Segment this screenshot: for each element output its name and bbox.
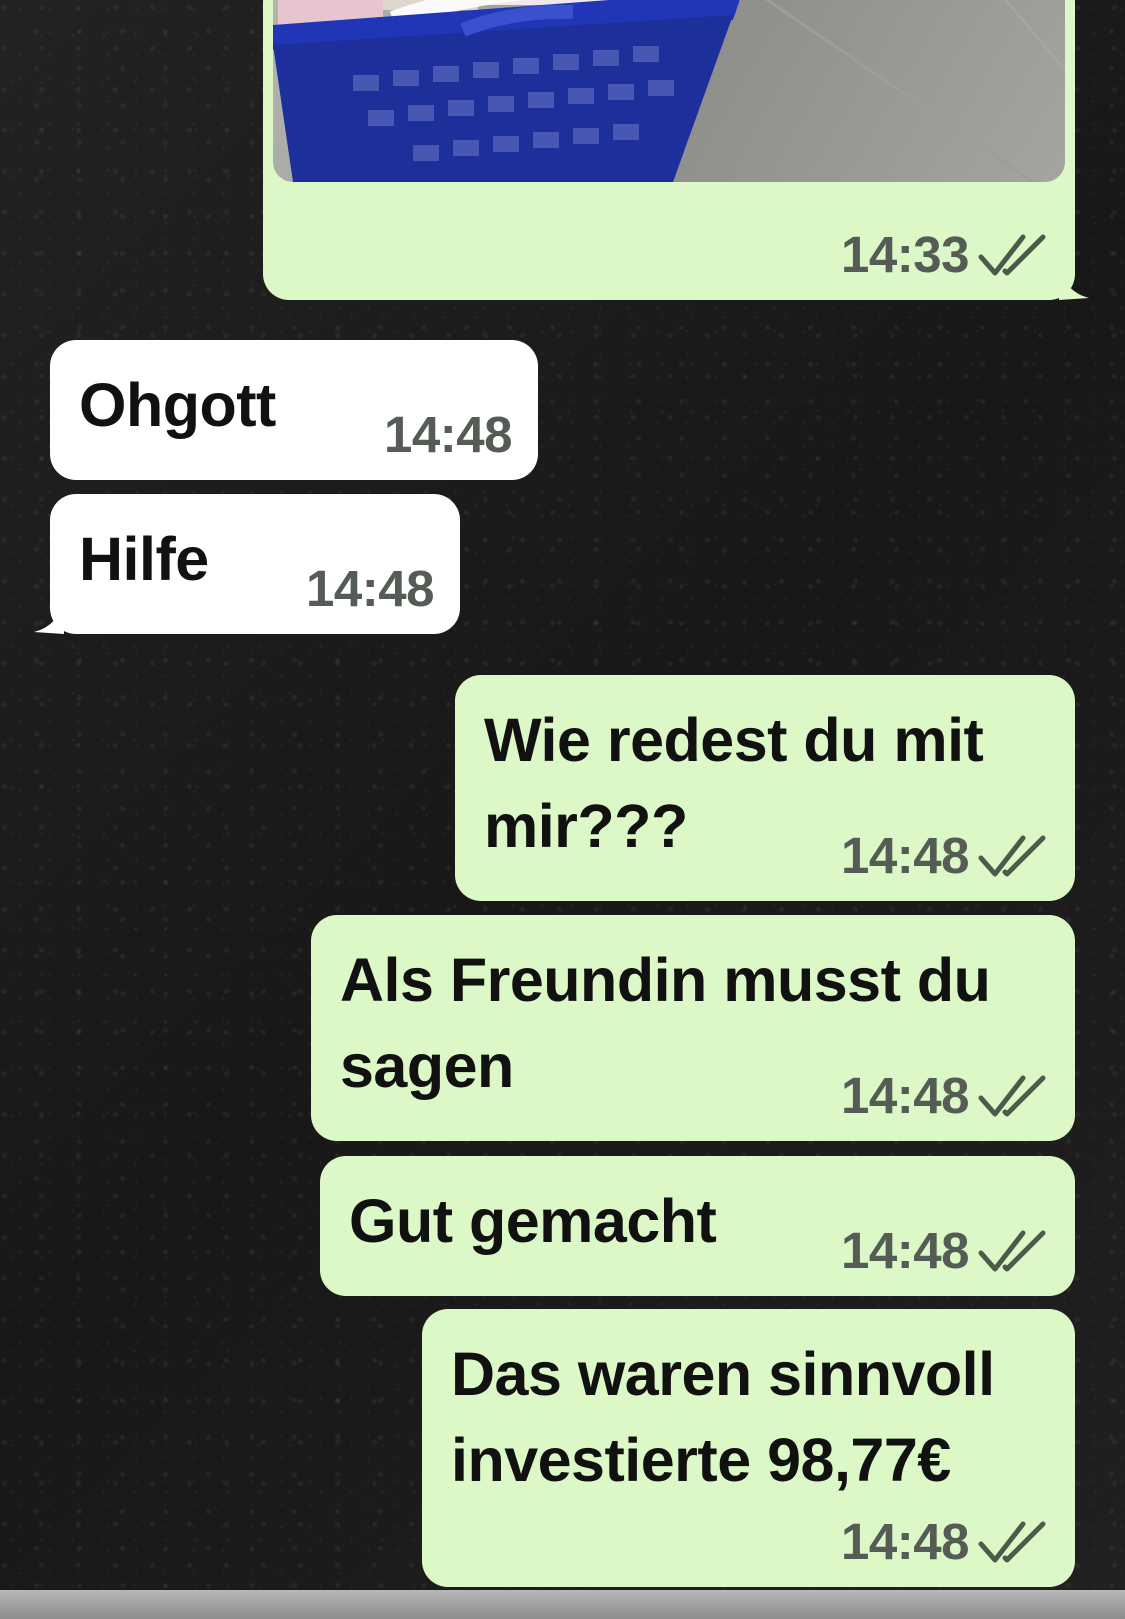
message-meta: 14:48 [841,1513,1049,1571]
message-time: 14:33 [841,226,969,283]
bubble-tail [1059,266,1089,300]
double-check-icon [978,1075,1046,1117]
message-time: 14:48 [841,1513,969,1570]
incoming-message[interactable]: Hilfe 14:48 [34,494,460,634]
double-check-icon [978,234,1046,276]
bottom-bar [0,1590,1125,1619]
chat-thread: 14:33 Ohgott 14:48 Hilfe 14:48 Wie redes… [0,0,1125,1590]
outgoing-message[interactable]: Wie redest du mit mir??? 14:48 [455,675,1075,901]
bubble-tail [34,600,64,634]
basket-image [273,0,1065,182]
message-meta: 14:48 [841,1067,1049,1125]
double-check-icon [978,1521,1046,1563]
message-meta: 14:48 [306,560,434,618]
message-time: 14:48 [841,1222,969,1279]
message-meta: 14:33 [841,226,1049,284]
message-text: Das waren sinnvoll investierte 98,77€ [451,1340,1012,1494]
shopping-basket-photo[interactable] [273,0,1065,182]
message-text: Gut gemacht [349,1187,717,1255]
outgoing-message[interactable]: Gut gemacht 14:48 [320,1156,1075,1296]
message-text: Hilfe [79,525,209,593]
outgoing-message[interactable]: Als Freundin musst du sagen 14:48 [311,915,1075,1141]
outgoing-message[interactable]: Das waren sinnvoll investierte 98,77€ 14… [422,1309,1075,1587]
message-time: 14:48 [841,827,969,884]
message-time: 14:48 [384,406,512,463]
message-meta: 14:48 [841,827,1049,885]
photo-message[interactable]: 14:33 [263,0,1089,300]
incoming-message[interactable]: Ohgott 14:48 [50,340,538,480]
double-check-icon [978,1230,1046,1272]
message-time: 14:48 [841,1067,969,1124]
message-meta: 14:48 [384,406,512,464]
message-meta: 14:48 [841,1222,1049,1280]
message-time: 14:48 [306,560,434,617]
message-text: Ohgott [79,371,276,439]
double-check-icon [978,835,1046,877]
